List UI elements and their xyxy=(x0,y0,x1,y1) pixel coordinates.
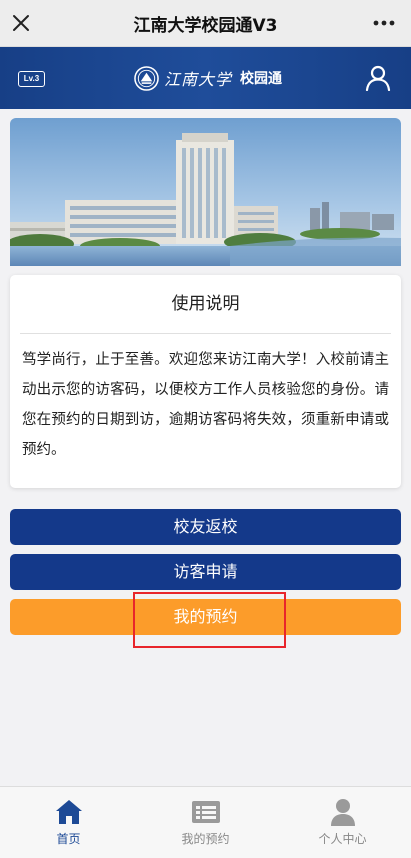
university-logo-text: 江南大学 xyxy=(164,70,233,89)
page-title: 江南大学校园通V3 xyxy=(133,15,278,36)
instructions-card: 使用说明 笃学尚行，止于至善。欢迎您来访江南大学！入校前请主动出示您的访客码，以… xyxy=(10,275,401,488)
person-icon xyxy=(330,799,355,826)
university-logo: 江南大学 校园通 xyxy=(134,65,282,91)
tab-personal-center-label: 个人中心 xyxy=(318,832,367,846)
top-bar: 江南大学校园通V3 xyxy=(0,0,411,47)
instructions-text: 笃学尚行，止于至善。欢迎您来访江南大学！入校前请主动出示您的访客码，以便校方工作… xyxy=(22,352,389,458)
home-icon xyxy=(55,800,82,824)
more-icon[interactable] xyxy=(371,12,397,34)
tab-my-reservation-label: 我的预约 xyxy=(181,832,230,846)
highlight-box xyxy=(133,592,286,648)
instructions-title: 使用说明 xyxy=(20,275,391,334)
tab-home-label: 首页 xyxy=(56,832,81,846)
level-badge[interactable]: Lv.3 xyxy=(18,71,45,87)
user-icon[interactable] xyxy=(365,65,391,91)
bottom-tab-bar: 首页 我的预约 个人中心 xyxy=(0,786,411,858)
tab-personal-center[interactable]: 个人中心 xyxy=(274,787,411,858)
tab-my-reservation[interactable]: 我的预约 xyxy=(137,787,274,858)
visitor-application-button[interactable]: 访客申请 xyxy=(10,554,401,590)
tab-home[interactable]: 首页 xyxy=(0,787,137,858)
app-name: 校园通 xyxy=(240,71,283,87)
campus-banner-image xyxy=(10,118,401,266)
university-emblem-icon xyxy=(134,65,159,91)
close-icon[interactable] xyxy=(10,12,32,34)
alumni-return-button[interactable]: 校友返校 xyxy=(10,509,401,545)
list-icon xyxy=(191,801,220,823)
app-header: Lv.3 江南大学 校园通 xyxy=(0,47,411,109)
